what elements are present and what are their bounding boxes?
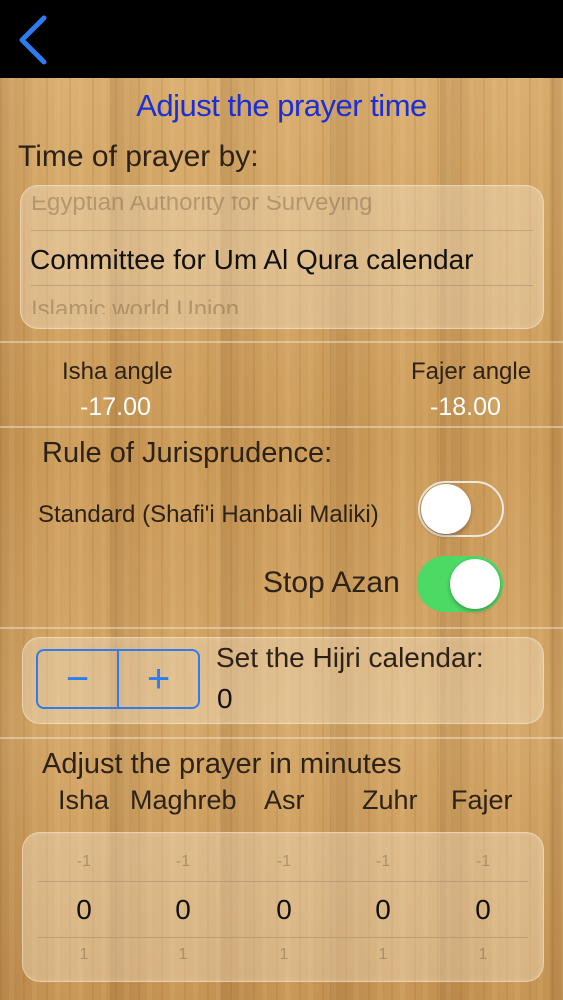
stop-azan-label: Stop Azan [263,566,400,599]
column-header-zuhr: Zuhr [362,785,418,815]
jurisprudence-label: Rule of Jurisprudence: [42,437,333,469]
isha-minutes-below: 1 [79,946,89,963]
column-header-fajer: Fajer [451,785,513,815]
maghreb-minutes-above: -1 [175,853,191,870]
maghreb-minutes-value[interactable]: 0 [163,894,203,926]
picker-divider-bottom [31,285,533,286]
isha-angle-value[interactable]: -17.00 [80,393,151,422]
adjust-minutes-label: Adjust the prayer in minutes [42,748,402,780]
section-divider [0,737,563,739]
hijri-label: Set the Hijri calendar: [216,642,484,673]
fajer-minutes-above: -1 [475,853,491,870]
page-title: Adjust the prayer time [136,88,427,123]
standard-rule-toggle[interactable] [418,481,504,537]
picker-option-above: Egyptian Authority for Surveying [31,196,373,216]
navigation-bar [0,0,563,78]
toggle-knob [450,559,500,609]
section-divider [0,627,563,629]
hijri-value: 0 [217,683,233,714]
toggle-knob [421,484,471,534]
fajer-angle-value[interactable]: -18.00 [430,393,501,422]
isha-angle-label: Isha angle [62,358,173,385]
column-header-asr: Asr [264,785,305,815]
isha-minutes-value[interactable]: 0 [64,894,104,926]
zuhr-minutes-below: 1 [378,946,388,963]
section-divider [0,426,563,428]
isha-minutes-above: -1 [76,853,92,870]
maghreb-minutes-below: 1 [178,946,188,963]
picker-divider-bottom [38,937,528,938]
fajer-minutes-below: 1 [478,946,488,963]
calculation-method-picker[interactable]: Egyptian Authority for Surveying Committ… [20,185,544,329]
chevron-left-icon[interactable] [14,14,54,66]
column-header-isha: Isha [58,785,110,815]
picker-divider-top [31,230,533,231]
column-header-maghreb: Maghreb [130,785,237,815]
zuhr-minutes-value[interactable]: 0 [363,894,403,926]
stepper-minus-button[interactable]: − [38,651,117,707]
picker-option-below: Islamic world Union [31,296,240,314]
fajer-minutes-value[interactable]: 0 [463,894,503,926]
stop-azan-toggle[interactable] [417,556,503,612]
hijri-stepper[interactable]: − + [36,649,200,709]
section-divider [0,341,563,343]
asr-minutes-value[interactable]: 0 [264,894,304,926]
asr-minutes-below: 1 [279,946,289,963]
standard-rule-label: Standard (Shafi'i Hanbali Maliki) [38,501,379,528]
picker-divider-top [38,881,528,882]
stepper-plus-button[interactable]: + [119,651,198,707]
zuhr-minutes-above: -1 [375,853,391,870]
asr-minutes-above: -1 [276,853,292,870]
time-of-prayer-label: Time of prayer by: [18,140,259,173]
fajer-angle-label: Fajer angle [411,358,532,385]
picker-selected-option[interactable]: Committee for Um Al Qura calendar [30,244,474,276]
